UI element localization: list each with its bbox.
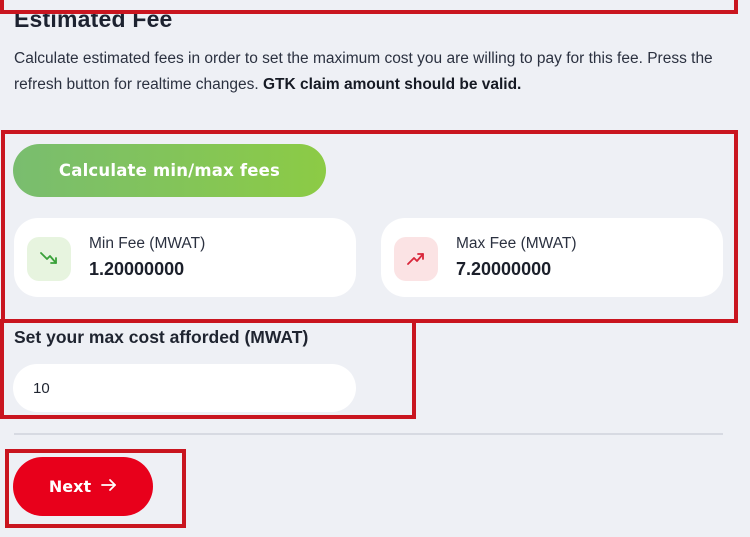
next-button[interactable]: Next [13, 457, 153, 516]
next-button-label: Next [48, 477, 92, 496]
section-title: Estimated Fee [14, 6, 173, 32]
min-fee-card: Min Fee (MWAT) 1.20000000 [14, 218, 356, 297]
divider [14, 433, 723, 435]
max-cost-label: Set your max cost afforded (MWAT) [14, 327, 309, 347]
max-fee-label: Max Fee (MWAT) [456, 235, 577, 252]
trending-up-icon [394, 237, 438, 281]
max-cost-input[interactable] [13, 364, 356, 412]
max-fee-value: 7.20000000 [456, 259, 552, 279]
min-fee-value: 1.20000000 [89, 259, 185, 279]
trending-down-icon [27, 237, 71, 281]
arrow-right-icon [101, 477, 117, 496]
max-fee-card: Max Fee (MWAT) 7.20000000 [381, 218, 723, 297]
calculate-fees-button[interactable]: Calculate min/max fees [13, 144, 326, 197]
min-fee-label: Min Fee (MWAT) [89, 235, 206, 252]
section-description: Calculate estimated fees in order to set… [14, 46, 714, 98]
description-warning: GTK claim amount should be valid. [263, 76, 522, 93]
